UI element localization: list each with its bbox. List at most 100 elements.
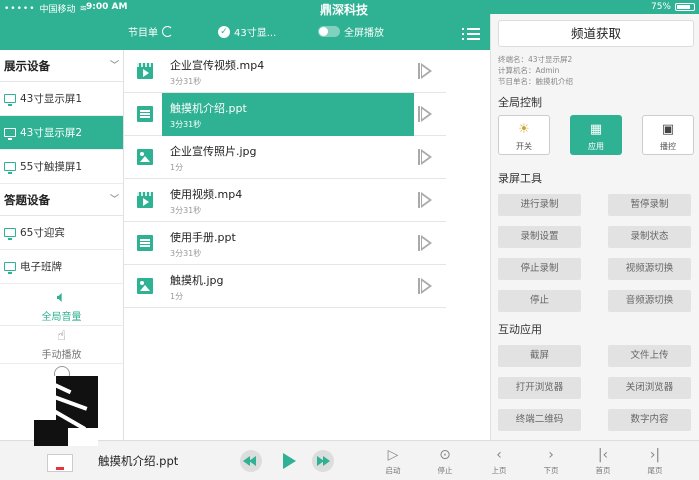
screen-play-icon: ▣ xyxy=(661,122,675,137)
stop-control[interactable]: ⊙ 停止 xyxy=(430,445,460,476)
record-tools-title: 录屏工具 xyxy=(498,172,542,185)
monitor-icon xyxy=(4,262,16,274)
start-record-button[interactable]: 进行录制 xyxy=(498,194,581,216)
battery-icon xyxy=(675,3,695,11)
device-item-43-screen-2[interactable]: 43寸显示屏2 xyxy=(0,116,123,150)
file-row-selected[interactable]: 触摸机介绍.ppt 3分31秒 xyxy=(124,93,446,136)
play-next-icon[interactable] xyxy=(418,106,432,122)
program-list-button[interactable]: 节目单 xyxy=(128,24,173,39)
bottom-player-bar: 触摸机介绍.ppt ▷ 启动 ⊙ 停止 ‹ 上页 › 下页 |‹ 首页 ›| 尾… xyxy=(0,440,699,480)
power-control-button[interactable]: ☀ 开关 xyxy=(498,115,550,155)
monitor-icon xyxy=(4,228,16,240)
menu-list-icon[interactable] xyxy=(462,26,480,42)
fullscreen-toggle[interactable]: 全屏播放 xyxy=(318,24,384,39)
device-item-65-welcome[interactable]: 65寸迎宾 xyxy=(0,216,123,250)
play-next-icon[interactable] xyxy=(418,149,432,165)
global-volume-label: 全局音量 xyxy=(41,312,82,323)
chevron-down-icon[interactable]: ﹀ xyxy=(110,184,119,216)
lightbulb-icon: ☀ xyxy=(518,122,530,137)
chevron-down-icon[interactable]: ﹀ xyxy=(110,50,119,82)
battery-info: 75% xyxy=(651,2,695,12)
file-row[interactable]: 企业宣传视频.mp4 3分31秒 xyxy=(124,50,446,93)
carrier-name: 中国移动 xyxy=(39,5,76,15)
display-devices-title: 展示设备 xyxy=(4,59,50,73)
first-page-control[interactable]: |‹ 首页 xyxy=(588,445,618,476)
get-channel-button[interactable]: 频道获取 xyxy=(498,20,694,47)
device-label: 65寸迎宾 xyxy=(20,227,65,239)
file-duration: 1分 xyxy=(170,292,184,301)
answer-devices-title: 答题设备 xyxy=(4,193,50,207)
display-devices-header[interactable]: 展示设备 ﹀ xyxy=(0,50,123,82)
playback-control-button[interactable]: ▣ 播控 xyxy=(642,115,694,155)
video-source-button[interactable]: 视频源切换 xyxy=(608,258,691,280)
digital-content-button[interactable]: 数字内容 xyxy=(608,409,691,431)
file-upload-button[interactable]: 文件上传 xyxy=(608,345,691,367)
device-item-55-touch-1[interactable]: 55寸触摸屏1 xyxy=(0,150,123,184)
rewind-button[interactable] xyxy=(240,450,262,472)
prev-page-label: 上页 xyxy=(491,466,507,475)
file-duration: 3分31秒 xyxy=(170,206,202,215)
file-duration: 3分31秒 xyxy=(170,249,202,258)
prev-page-control[interactable]: ‹ 上页 xyxy=(484,445,514,476)
open-browser-button[interactable]: 打开浏览器 xyxy=(498,377,581,399)
device-label: 电子班牌 xyxy=(20,261,62,273)
audio-source-button[interactable]: 音频源切换 xyxy=(608,290,691,312)
close-browser-button[interactable]: 关闭浏览器 xyxy=(608,377,691,399)
device-label: 43寸显示屏1 xyxy=(20,93,83,105)
file-name: 使用手册.ppt xyxy=(170,231,236,244)
file-list: 企业宣传视频.mp4 3分31秒 触摸机介绍.ppt 3分31秒 企业宣传照片.… xyxy=(124,50,446,440)
file-duration: 1分 xyxy=(170,163,184,172)
terminal-name: 终端名：43寸显示屏2 xyxy=(498,55,573,64)
apps-control-button[interactable]: ▦ 应用 xyxy=(570,115,622,155)
play-next-icon[interactable] xyxy=(418,192,432,208)
image-file-icon xyxy=(137,278,153,294)
play-next-icon[interactable] xyxy=(418,278,432,294)
screen-select-button[interactable]: ✓ 43寸显... xyxy=(218,24,276,39)
file-thumbnail xyxy=(47,454,73,472)
next-page-control[interactable]: › 下页 xyxy=(536,445,566,476)
toolbar: 节目单 ✓ 43寸显... 全屏播放 xyxy=(0,22,490,46)
file-row[interactable]: 使用视频.mp4 3分31秒 xyxy=(124,179,446,222)
last-page-control[interactable]: ›| 尾页 xyxy=(640,445,670,476)
file-name: 触摸机介绍.ppt xyxy=(170,102,247,115)
toggle-switch-icon[interactable] xyxy=(318,26,340,37)
signal-icon: ••••• xyxy=(4,3,36,14)
refresh-icon[interactable] xyxy=(162,26,173,37)
fast-forward-button[interactable] xyxy=(312,450,334,472)
app-title: 鼎深科技 xyxy=(320,3,369,17)
record-status-button[interactable]: 录制状态 xyxy=(608,226,691,248)
device-item-43-screen-1[interactable]: 43寸显示屏1 xyxy=(0,82,123,116)
computer-name: 计算机名：Admin xyxy=(498,66,560,75)
chevron-left-icon: ‹ xyxy=(496,447,502,463)
terminal-qrcode-button[interactable]: 终端二维码 xyxy=(498,409,581,431)
global-volume-button[interactable]: 🔈︎ 全局音量 xyxy=(0,284,123,326)
file-row[interactable]: 企业宣传照片.jpg 1分 xyxy=(124,136,446,179)
global-control-title: 全局控制 xyxy=(498,96,542,109)
next-page-label: 下页 xyxy=(543,466,559,475)
clock: 9:00 AM xyxy=(86,2,128,12)
screenshot-button[interactable]: 截屏 xyxy=(498,345,581,367)
start-label: 启动 xyxy=(385,466,401,475)
pause-record-button[interactable]: 暂停录制 xyxy=(608,194,691,216)
manual-play-button[interactable]: ☝ 手动播放 xyxy=(0,326,123,364)
play-next-icon[interactable] xyxy=(418,63,432,79)
stop-label: 停止 xyxy=(437,466,453,475)
file-row[interactable]: 触摸机.jpg 1分 xyxy=(124,265,446,308)
global-control-row: ☀ 开关 ▦ 应用 ▣ 播控 xyxy=(498,115,694,155)
stop-record-button[interactable]: 停止录制 xyxy=(498,258,581,280)
document-file-icon xyxy=(137,235,153,251)
file-name: 使用视频.mp4 xyxy=(170,188,243,201)
stop-button[interactable]: 停止 xyxy=(498,290,581,312)
start-control[interactable]: ▷ 启动 xyxy=(378,445,408,476)
program-name: 节目单名：触摸机介绍 xyxy=(498,77,573,86)
first-page-icon: |‹ xyxy=(597,447,609,463)
answer-devices-header[interactable]: 答题设备 ﹀ xyxy=(0,184,123,216)
video-file-icon xyxy=(137,63,153,79)
hand-pointer-icon: ☝ xyxy=(57,328,66,344)
play-next-icon[interactable] xyxy=(418,235,432,251)
record-settings-button[interactable]: 录制设置 xyxy=(498,226,581,248)
play-button[interactable] xyxy=(275,448,301,474)
file-row[interactable]: 使用手册.ppt 3分31秒 xyxy=(124,222,446,265)
device-item-class-board[interactable]: 电子班牌 xyxy=(0,250,123,284)
interactive-apps-title: 互动应用 xyxy=(498,323,542,336)
